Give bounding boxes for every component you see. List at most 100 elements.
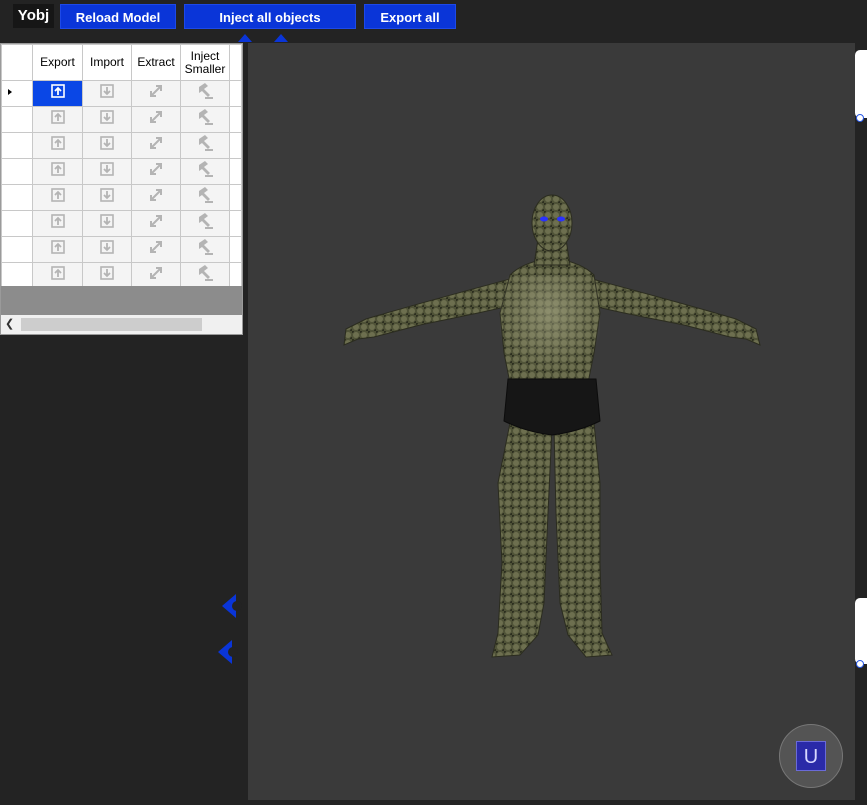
row-header[interactable]	[1, 158, 33, 185]
cell-extract[interactable]	[131, 158, 181, 185]
export-icon	[49, 212, 67, 235]
row-header[interactable]	[1, 236, 33, 263]
hammer-icon	[195, 263, 215, 288]
column-header-export[interactable]: Export	[32, 44, 83, 81]
u-button[interactable]: U	[796, 741, 826, 771]
right-panel-edge	[855, 43, 867, 800]
splitter-handle-icon[interactable]	[238, 34, 252, 42]
character-model	[343, 194, 761, 658]
tab-handle-icon	[856, 114, 864, 122]
table-row[interactable]	[1, 158, 242, 185]
extract-icon	[146, 133, 166, 158]
right-collapse-tab[interactable]	[855, 598, 867, 668]
right-collapse-tab[interactable]	[855, 50, 867, 122]
cell-import[interactable]	[82, 106, 132, 133]
row-header[interactable]	[1, 262, 33, 289]
cell-import[interactable]	[82, 210, 132, 237]
cell-import[interactable]	[82, 236, 132, 263]
table-row[interactable]	[1, 132, 242, 159]
cell-export[interactable]	[32, 106, 83, 133]
cell-filler	[229, 158, 242, 185]
column-header-filler	[229, 44, 242, 81]
cell-extract[interactable]	[131, 210, 181, 237]
objects-grid: Export Import Extract Inject Smaller ❮	[0, 43, 243, 335]
horizontal-scrollbar[interactable]: ❮	[1, 315, 242, 334]
extract-icon	[146, 263, 166, 288]
cell-import[interactable]	[82, 262, 132, 289]
hammer-icon	[195, 237, 215, 262]
cell-inject[interactable]	[180, 106, 230, 133]
extract-icon	[146, 211, 166, 236]
column-header-inject-smaller[interactable]: Inject Smaller	[180, 44, 230, 81]
cell-extract[interactable]	[131, 184, 181, 211]
cell-import[interactable]	[82, 132, 132, 159]
export-icon	[49, 108, 67, 131]
cell-extract[interactable]	[131, 106, 181, 133]
import-icon	[98, 82, 116, 105]
cell-export[interactable]	[32, 210, 83, 237]
row-header[interactable]	[1, 184, 33, 211]
scroll-left-icon[interactable]: ❮	[5, 319, 14, 330]
left-expand-tab-icon[interactable]	[218, 640, 238, 664]
table-row[interactable]	[1, 106, 242, 133]
extract-icon	[146, 159, 166, 184]
export-icon	[49, 264, 67, 287]
cell-inject[interactable]	[180, 184, 230, 211]
row-header[interactable]	[1, 132, 33, 159]
table-row[interactable]	[1, 184, 242, 211]
cell-filler	[229, 210, 242, 237]
cell-extract[interactable]	[131, 236, 181, 263]
cell-extract[interactable]	[131, 132, 181, 159]
cell-extract[interactable]	[131, 262, 181, 289]
hammer-icon	[195, 133, 215, 158]
export-icon	[49, 186, 67, 209]
hammer-icon	[195, 159, 215, 184]
objects-table: Export Import Extract Inject Smaller	[1, 44, 242, 315]
row-header[interactable]	[1, 210, 33, 237]
table-row[interactable]	[1, 210, 242, 237]
reload-model-button[interactable]: Reload Model	[60, 4, 176, 29]
cell-inject[interactable]	[180, 80, 230, 107]
export-all-button[interactable]: Export all	[364, 4, 456, 29]
cell-filler	[229, 80, 242, 107]
cell-filler	[229, 184, 242, 211]
splitter-handle-icon[interactable]	[274, 34, 288, 42]
row-header-corner	[1, 44, 33, 81]
cell-inject[interactable]	[180, 262, 230, 289]
extract-icon	[146, 81, 166, 106]
cell-inject[interactable]	[180, 236, 230, 263]
cell-inject[interactable]	[180, 210, 230, 237]
cell-export[interactable]	[32, 80, 83, 107]
column-header-extract[interactable]: Extract	[131, 44, 181, 81]
table-row[interactable]	[1, 236, 242, 263]
extract-icon	[146, 185, 166, 210]
cell-export[interactable]	[32, 236, 83, 263]
table-row[interactable]	[1, 262, 242, 289]
cell-extract[interactable]	[131, 80, 181, 107]
hammer-icon	[195, 211, 215, 236]
cell-import[interactable]	[82, 80, 132, 107]
cell-export[interactable]	[32, 184, 83, 211]
import-icon	[98, 134, 116, 157]
table-row[interactable]	[1, 80, 242, 107]
cell-filler	[229, 262, 242, 289]
import-icon	[98, 186, 116, 209]
cell-export[interactable]	[32, 132, 83, 159]
cell-export[interactable]	[32, 262, 83, 289]
left-expand-tab-icon[interactable]	[222, 594, 242, 618]
cell-import[interactable]	[82, 158, 132, 185]
cell-inject[interactable]	[180, 158, 230, 185]
cell-export[interactable]	[32, 158, 83, 185]
cell-import[interactable]	[82, 184, 132, 211]
3d-viewport[interactable]	[248, 43, 855, 800]
hammer-icon	[195, 185, 215, 210]
cell-inject[interactable]	[180, 132, 230, 159]
row-header[interactable]	[1, 106, 33, 133]
row-header[interactable]	[1, 80, 33, 107]
inject-all-objects-button[interactable]: Inject all objects	[184, 4, 356, 29]
import-icon	[98, 160, 116, 183]
u-button-ring: U	[779, 724, 843, 788]
scrollbar-thumb[interactable]	[21, 318, 202, 331]
import-icon	[98, 264, 116, 287]
column-header-import[interactable]: Import	[82, 44, 132, 81]
